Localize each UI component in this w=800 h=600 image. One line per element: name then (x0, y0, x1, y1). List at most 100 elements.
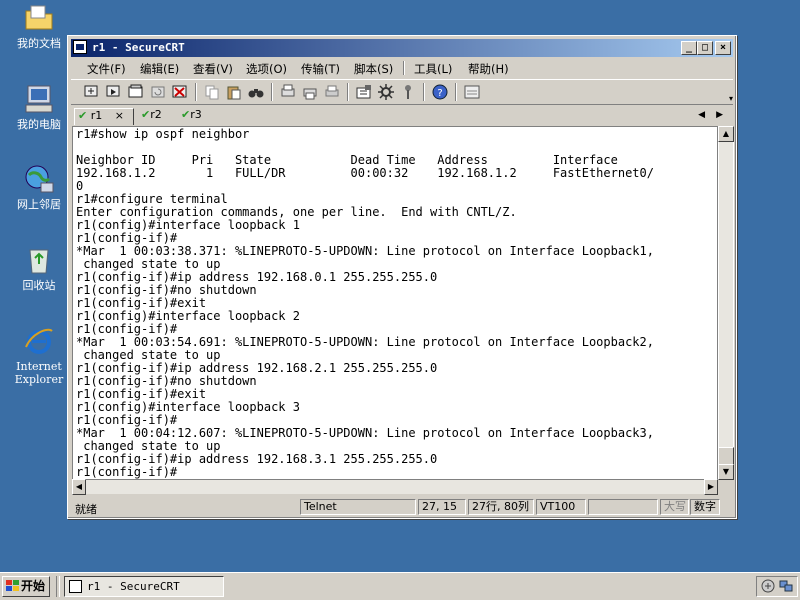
svg-text:?: ? (437, 88, 442, 99)
print-selection-icon[interactable] (301, 83, 319, 101)
system-tray (756, 576, 798, 597)
status-caps-lock: 大写 (660, 499, 689, 515)
menu-file[interactable]: 文件(F) (87, 61, 126, 77)
help-icon[interactable]: ? (431, 83, 449, 101)
desktop-icon-recycle-bin[interactable]: 回收站 (8, 244, 70, 292)
ie-icon (23, 325, 55, 357)
desktop-icon-label: 我的文档 (17, 37, 61, 50)
start-button[interactable]: 开始 (2, 576, 50, 597)
tab-label: r1 (90, 109, 103, 122)
connect-tab-icon[interactable] (127, 83, 145, 101)
menu-divider (403, 61, 405, 75)
quick-connect-icon[interactable] (105, 83, 123, 101)
task-label: r1 - SecureCRT (87, 580, 180, 593)
find-icon[interactable] (247, 83, 265, 101)
print-icon[interactable] (323, 83, 341, 101)
menu-script[interactable]: 脚本(S) (354, 61, 393, 77)
recycle-bin-icon (23, 244, 55, 276)
vertical-scrollbar[interactable]: ▲ ▼ (718, 126, 734, 480)
taskbar-item-securecrt[interactable]: r1 - SecureCRT (64, 576, 224, 597)
session-options-icon[interactable] (355, 83, 373, 101)
connected-check-icon: ✔ (78, 109, 88, 122)
toolbar-divider (195, 83, 197, 101)
tab-label: r3 (190, 108, 202, 121)
global-options-icon[interactable] (377, 83, 395, 101)
tab-r3[interactable]: ✔r3 (181, 108, 202, 124)
terminal-line: r1#show ip ospf neighbor (76, 127, 250, 141)
network-status-icon[interactable] (761, 579, 775, 593)
connected-check-icon: ✔ (181, 108, 191, 121)
session-tab-bar: ✔ r1 × ✔r2 ✔r3 ◀ ▶ (71, 105, 733, 125)
scroll-thumb[interactable] (718, 447, 734, 465)
maximize-button[interactable]: □ (697, 41, 713, 55)
connect-icon[interactable] (83, 83, 101, 101)
desktop-icon-label: 我的电脑 (17, 118, 61, 131)
menu-edit[interactable]: 编辑(E) (140, 61, 179, 77)
close-button[interactable]: × (715, 41, 731, 55)
status-emulation: VT100 (536, 499, 586, 515)
app-icon[interactable] (73, 40, 87, 54)
securecrt-app-icon (69, 580, 82, 593)
tab-scroll-left-icon[interactable]: ◀ (698, 110, 705, 120)
status-ready: 就绪 (75, 503, 97, 516)
securecrt-window: r1 - SecureCRT _ □ × 文件(F) 编辑(E) 查看(V) 选… (67, 35, 737, 519)
tab-r1[interactable]: ✔ r1 × (74, 108, 134, 125)
status-protocol: Telnet (300, 499, 416, 515)
terminal-line: 192.168.1.2 1 FULL/DR 00:00:32 192.168.1… (76, 166, 654, 180)
desktop-icon-my-computer[interactable]: 我的电脑 (8, 83, 70, 131)
minimize-button[interactable]: _ (681, 41, 697, 55)
scroll-down-button[interactable]: ▼ (718, 464, 734, 480)
menu-help[interactable]: 帮助(H) (468, 61, 509, 77)
toolbar: ? ▾ (71, 79, 733, 105)
terminal-output[interactable]: r1#show ip ospf neighbor Neighbor ID Pri… (72, 126, 718, 480)
menu-transfer[interactable]: 传输(T) (301, 61, 340, 77)
copy-icon[interactable] (203, 83, 221, 101)
computer-icon (23, 83, 55, 115)
start-label: 开始 (21, 579, 46, 593)
taskbar: 开始 r1 - SecureCRT (0, 572, 800, 600)
connected-check-icon: ✔ (141, 108, 151, 121)
horizontal-scrollbar[interactable]: ◀ ▶ (72, 479, 718, 495)
toolbar-overflow-icon[interactable]: ▾ (729, 94, 733, 103)
menu-tools[interactable]: 工具(L) (414, 61, 452, 77)
folder-documents-icon (23, 2, 55, 34)
scroll-up-button[interactable]: ▲ (718, 126, 734, 142)
print-screen-icon[interactable] (279, 83, 297, 101)
menu-view[interactable]: 查看(V) (193, 61, 233, 77)
window-title: r1 - SecureCRT (92, 41, 185, 54)
desktop-icon-label: 回收站 (22, 279, 56, 292)
toolbar-divider (347, 83, 349, 101)
desktop-icon-label: 网上邻居 (17, 198, 61, 211)
toolbar-divider (271, 83, 273, 101)
title-bar[interactable]: r1 - SecureCRT _ □ × (71, 39, 733, 57)
disconnect-icon[interactable] (171, 83, 189, 101)
windows-logo-icon (6, 580, 19, 591)
status-terminal-size: 27行, 80列 (468, 499, 534, 515)
paste-icon[interactable] (225, 83, 243, 101)
taskbar-divider (56, 576, 60, 597)
scroll-left-button[interactable]: ◀ (72, 479, 86, 495)
terminal-line: r1(config-if)# (76, 465, 178, 479)
desktop-icon-label-line2: Explorer (14, 373, 64, 386)
network-connection-icon[interactable] (779, 579, 793, 593)
desktop-icon-label-line1: Internet (16, 360, 62, 373)
menu-options[interactable]: 选项(O) (246, 61, 287, 77)
toolbar-divider (455, 83, 457, 101)
tab-r2[interactable]: ✔r2 (141, 108, 162, 124)
network-icon (23, 163, 55, 195)
status-cursor-position: 27, 15 (418, 499, 466, 515)
status-blank (588, 499, 658, 515)
scroll-right-button[interactable]: ▶ (704, 479, 718, 495)
menu-bar: 文件(F) 编辑(E) 查看(V) 选项(O) 传输(T) 脚本(S) 工具(L… (71, 58, 733, 78)
key-map-icon[interactable] (399, 83, 417, 101)
toggle-button-bar-icon[interactable] (463, 83, 481, 101)
desktop-icon-network[interactable]: 网上邻居 (8, 163, 70, 211)
desktop-icon-my-documents[interactable]: 我的文档 (8, 2, 70, 50)
status-num-lock: 数字 (690, 499, 720, 515)
toolbar-divider (423, 83, 425, 101)
status-bar: 就绪 Telnet 27, 15 27行, 80列 VT100 大写 数字 (71, 497, 733, 517)
tab-scroll-right-icon[interactable]: ▶ (716, 110, 723, 120)
desktop-icon-internet-explorer[interactable]: Internet Explorer (8, 325, 70, 386)
reconnect-icon[interactable] (149, 83, 167, 101)
tab-close-button[interactable]: × (115, 109, 124, 122)
